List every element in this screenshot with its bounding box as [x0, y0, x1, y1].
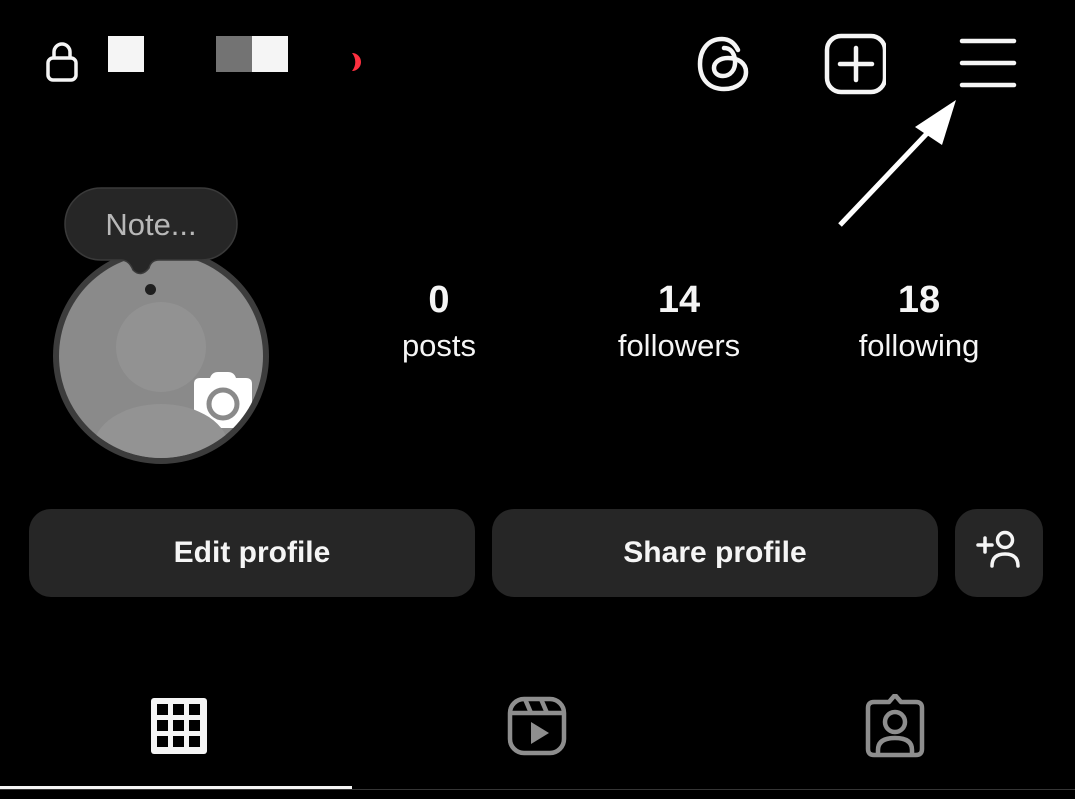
notification-dot-icon	[352, 53, 361, 71]
lock-icon	[46, 42, 78, 82]
redacted-username-block[interactable]	[108, 36, 144, 72]
followers-count: 14	[657, 279, 701, 321]
add-person-icon	[976, 530, 1020, 568]
followers-label: followers	[617, 328, 741, 363]
redacted-username-block[interactable]	[252, 36, 288, 72]
following-count: 18	[897, 279, 941, 321]
profile-avatar[interactable]	[53, 248, 269, 464]
note-placeholder-text: Note...	[105, 207, 197, 242]
threads-icon[interactable]	[692, 32, 756, 96]
note-pointer-dot	[145, 284, 156, 295]
tagged-person-icon	[865, 694, 925, 758]
hamburger-menu-icon[interactable]	[954, 32, 1018, 96]
tab-posts-grid[interactable]	[0, 684, 358, 788]
following-label: following	[858, 328, 980, 363]
share-profile-button[interactable]: Share profile	[492, 509, 938, 597]
avatar-head-shape	[116, 302, 252, 428]
reels-icon	[507, 696, 567, 756]
note-bubble[interactable]: Note...	[63, 186, 239, 275]
discover-people-button[interactable]	[955, 509, 1043, 597]
following-stat[interactable]: 18 following	[819, 278, 1019, 370]
tab-reels[interactable]	[358, 684, 716, 788]
create-plus-square-icon[interactable]	[822, 32, 886, 96]
grid-icon	[151, 698, 207, 754]
posts-stat[interactable]: 0 posts	[339, 278, 539, 370]
edit-profile-button[interactable]: Edit profile	[29, 509, 475, 597]
tab-divider	[0, 789, 1075, 790]
avatar-placeholder	[59, 254, 263, 458]
redacted-username-block[interactable]	[216, 36, 252, 72]
posts-label: posts	[401, 328, 477, 363]
posts-count: 0	[428, 279, 450, 321]
followers-stat[interactable]: 14 followers	[579, 278, 779, 370]
tab-tagged[interactable]	[716, 684, 1074, 788]
annotation-arrow-icon	[838, 100, 956, 227]
